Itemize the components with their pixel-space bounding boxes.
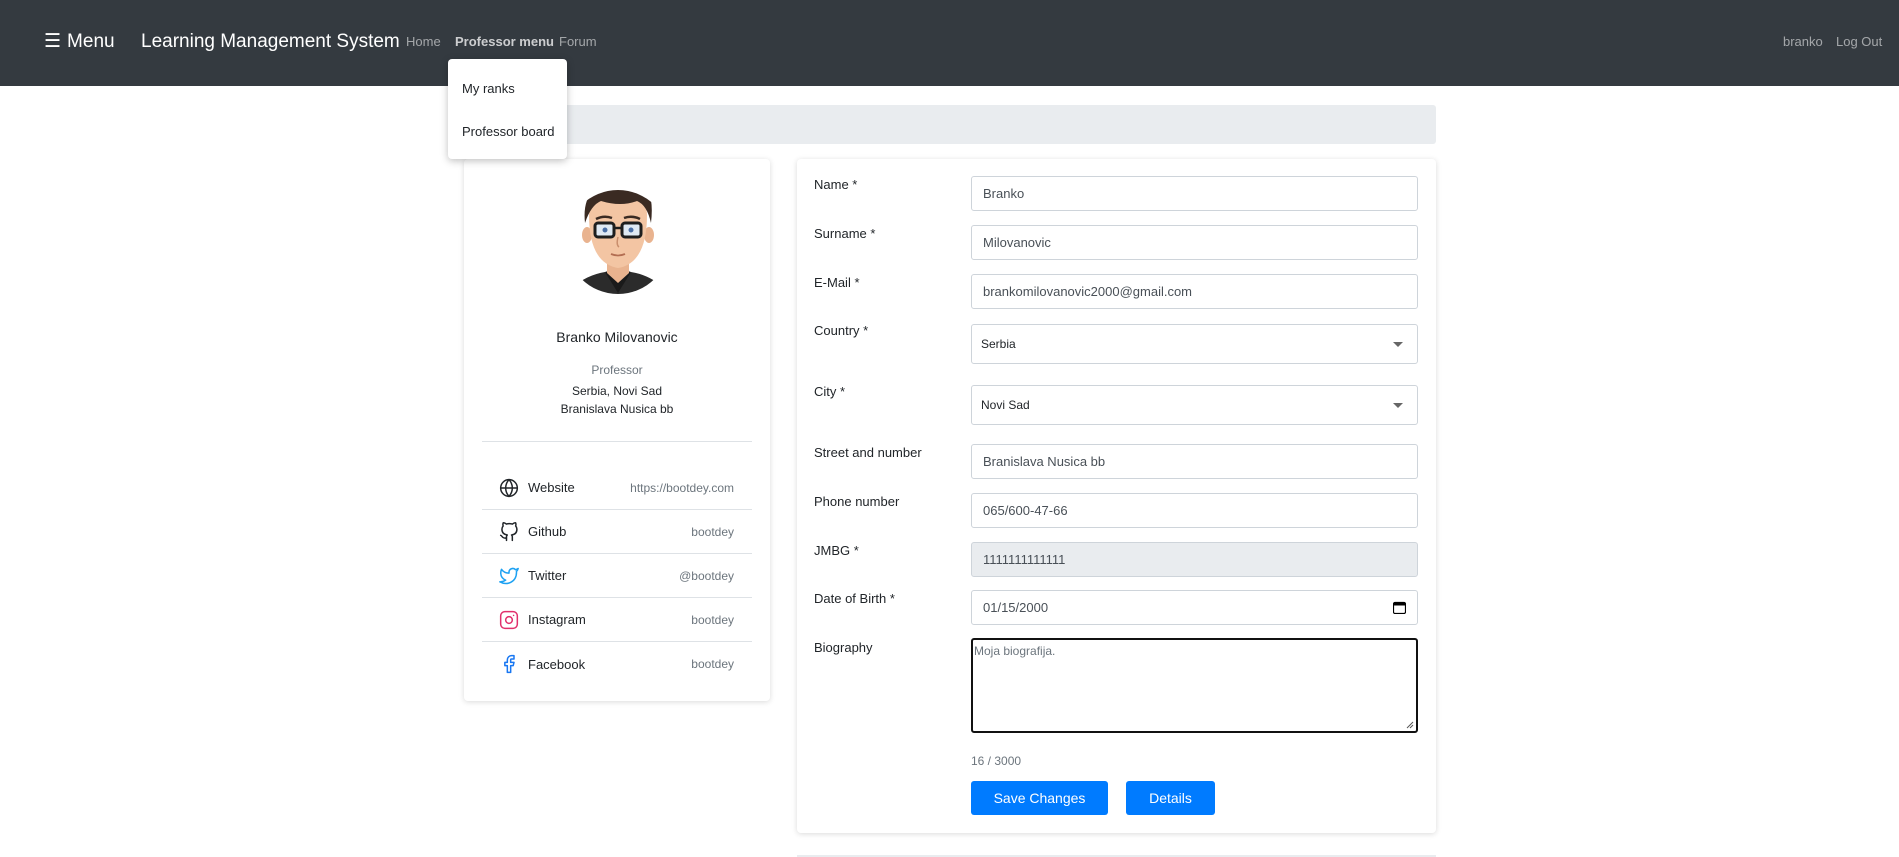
surname-field[interactable]: Milovanovic: [971, 225, 1418, 260]
social-item-facebook[interactable]: Facebook bootdey: [482, 642, 752, 686]
resize-handle-icon[interactable]: [1406, 721, 1414, 729]
breadcrumb: [449, 105, 1436, 144]
name-label: Name *: [814, 177, 858, 192]
menu-label: Menu: [67, 30, 115, 52]
profile-name: Branko Milovanovic: [556, 329, 678, 345]
save-changes-button[interactable]: Save Changes: [971, 781, 1108, 815]
avatar: [567, 190, 669, 294]
profile-role: Professor: [591, 363, 643, 377]
social-item-github[interactable]: Github bootdey: [482, 510, 752, 554]
details-button[interactable]: Details: [1126, 781, 1215, 815]
instagram-icon: [498, 609, 520, 631]
name-field[interactable]: Branko: [971, 176, 1418, 211]
social-label: Facebook: [528, 656, 586, 672]
social-label: Instagram: [528, 612, 586, 627]
social-label: Twitter: [528, 568, 567, 583]
street-label: Street and number: [814, 445, 922, 460]
dob-label: Date of Birth *: [814, 591, 895, 606]
nav-professor-menu-link[interactable]: Professor menu: [455, 34, 554, 49]
profile-card: Branko Milovanovic Professor Serbia, Nov…: [464, 159, 770, 701]
chevron-down-icon: [1393, 403, 1403, 408]
country-selected-value: Serbia: [981, 337, 1016, 351]
social-value: https://bootdey.com: [630, 480, 734, 495]
street-field[interactable]: Branislava Nusica bb: [971, 444, 1418, 479]
social-item-instagram[interactable]: Instagram bootdey: [482, 598, 752, 642]
city-label: City *: [814, 384, 846, 399]
facebook-icon: [498, 653, 520, 675]
social-value: bootdey: [691, 524, 734, 539]
country-select[interactable]: Serbia: [971, 324, 1418, 364]
jmbg-label: JMBG *: [814, 543, 859, 558]
biography-value: Moja biografija.: [974, 644, 1056, 658]
profile-location: Serbia, Novi Sad: [571, 384, 663, 398]
hamburger-icon: ☰: [44, 31, 62, 52]
social-list: Website https://bootdey.com Github bootd…: [482, 466, 752, 686]
social-label: Website: [528, 480, 575, 495]
profile-street: Branislava Nusica bb: [560, 402, 674, 416]
phone-field[interactable]: 065/600-47-66: [971, 493, 1418, 528]
profile-divider: [482, 441, 752, 442]
nav-user-link[interactable]: branko: [1783, 34, 1823, 49]
brand-title[interactable]: Learning Management System: [141, 31, 400, 53]
chevron-down-icon: [1393, 342, 1403, 347]
nav-home-link[interactable]: Home: [406, 34, 441, 49]
twitter-icon: [498, 565, 520, 587]
date-of-birth-field[interactable]: 01/15/2000: [971, 590, 1418, 625]
social-item-website[interactable]: Website https://bootdey.com: [482, 466, 752, 510]
dropdown-item-professor-board[interactable]: Professor board: [462, 124, 555, 139]
jmbg-field: 1111111111111: [971, 542, 1418, 577]
social-item-twitter[interactable]: Twitter @bootdey: [482, 554, 752, 598]
date-of-birth-value: 01/15/2000: [983, 600, 1049, 615]
social-label: Github: [528, 524, 567, 539]
dropdown-item-my-ranks[interactable]: My ranks: [462, 81, 515, 96]
globe-icon: [498, 477, 520, 499]
navbar: ☰ Menu Learning Management System Home P…: [0, 0, 1899, 86]
social-value: bootdey: [691, 612, 734, 627]
calendar-icon[interactable]: [1393, 601, 1406, 614]
biography-char-count: 16 / 3000: [971, 754, 1022, 768]
nav-forum-link[interactable]: Forum: [559, 34, 597, 49]
email-field[interactable]: brankomilovanovic2000@gmail.com: [971, 274, 1418, 309]
city-selected-value: Novi Sad: [981, 398, 1030, 412]
biography-label: Biography: [814, 640, 873, 655]
menu-toggle-button[interactable]: ☰ Menu: [44, 30, 115, 53]
social-value: @bootdey: [679, 568, 734, 583]
social-value: bootdey: [691, 657, 734, 671]
github-icon: [498, 521, 520, 543]
phone-label: Phone number: [814, 494, 900, 509]
surname-label: Surname *: [814, 226, 876, 241]
profile-form-card: Name * Branko Surname * Milovanovic E-Ma…: [797, 159, 1436, 833]
email-label: E-Mail *: [814, 275, 860, 290]
nav-logout-link[interactable]: Log Out: [1836, 34, 1882, 49]
professor-menu-dropdown: My ranks Professor board: [448, 59, 567, 159]
country-label: Country *: [814, 323, 869, 338]
city-select[interactable]: Novi Sad: [971, 385, 1418, 425]
biography-textarea[interactable]: Moja biografija.: [971, 638, 1418, 733]
